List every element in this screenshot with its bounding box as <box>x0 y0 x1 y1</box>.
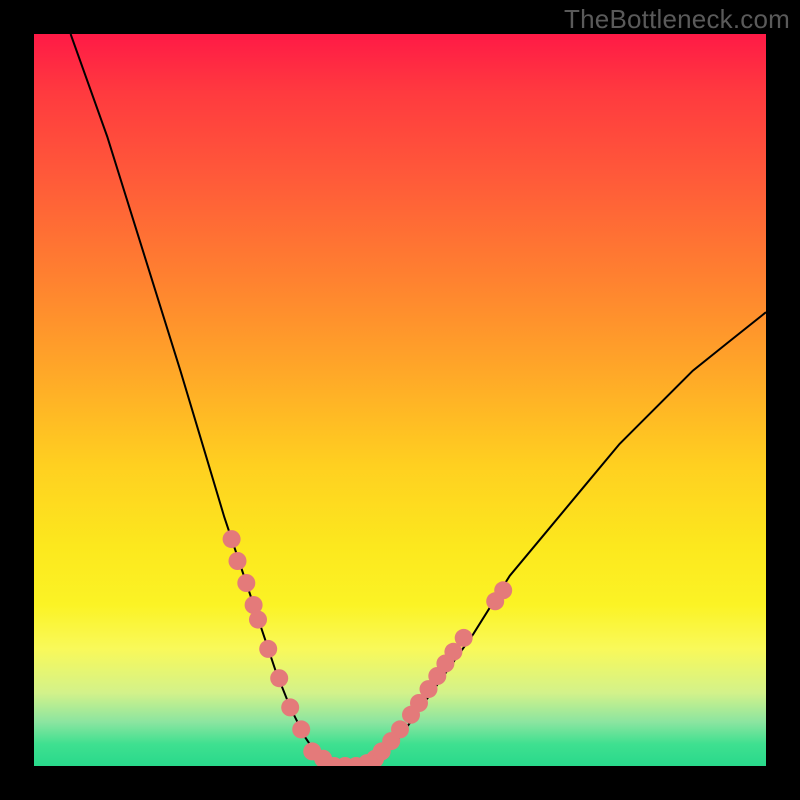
chart-frame: TheBottleneck.com <box>0 0 800 800</box>
curve-marker <box>281 698 299 716</box>
curve-marker <box>270 669 288 687</box>
curve-marker <box>249 611 267 629</box>
curve-marker <box>259 640 277 658</box>
curve-marker <box>494 581 512 599</box>
plot-area <box>34 34 766 766</box>
curve-marker <box>229 552 247 570</box>
curve-marker <box>292 720 310 738</box>
curve-marker <box>237 574 255 592</box>
bottleneck-curve <box>34 34 766 766</box>
watermark-text: TheBottleneck.com <box>564 4 790 35</box>
curve-marker <box>391 720 409 738</box>
curve-marker <box>455 629 473 647</box>
curve-path <box>71 34 766 766</box>
curve-marker <box>223 530 241 548</box>
